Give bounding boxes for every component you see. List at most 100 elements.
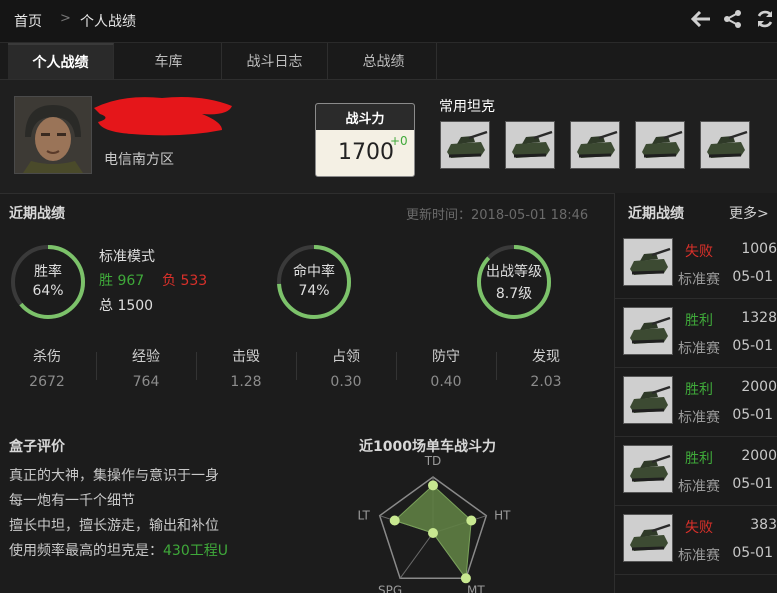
stat-value: 0.30 [330, 374, 362, 390]
battle-mode: 标准赛 [678, 272, 720, 288]
battle-date: 05-01 [732, 338, 773, 354]
more-link[interactable]: 更多> [729, 203, 769, 223]
hitrate-value: 74% [298, 283, 330, 299]
stat-value: 764 [132, 374, 160, 390]
avatar [14, 96, 92, 174]
battle-result: 胜利 [685, 451, 713, 467]
radar-axis-label: SPG [378, 583, 402, 593]
radar-point [466, 515, 477, 526]
mode-name: 标准模式 [99, 249, 155, 265]
eval-fav-line: 使用频率最高的坦克是：430工程U [9, 540, 228, 560]
hitrate-ring [277, 245, 351, 319]
radar-title: 近1000场单车战斗力 [359, 439, 496, 455]
winrate-value: 64% [32, 283, 64, 299]
tab-garage[interactable]: 车库 [116, 43, 222, 79]
stat-label: 防守 [432, 349, 460, 365]
recent-title: 近期战绩 [9, 206, 65, 222]
battle-row[interactable]: 胜利 2000 标准赛 05-01 [615, 438, 777, 506]
tier-label: 出战等级 [486, 264, 542, 280]
battle-result: 失败 [685, 520, 713, 536]
battle-tank-thumbnail [623, 376, 673, 424]
radar-point [428, 528, 438, 538]
eval-line: 每一炮有一千个细节 [9, 493, 135, 509]
breadcrumb-home[interactable]: 首页 [14, 11, 42, 31]
box-eval-title: 盒子评价 [9, 439, 65, 455]
battle-tank-thumbnail [623, 514, 673, 562]
battle-tank-thumbnail [623, 445, 673, 493]
tab-battle-log[interactable]: 战斗日志 [222, 43, 328, 79]
battle-result: 胜利 [685, 313, 713, 329]
stat-value: 2672 [29, 374, 65, 390]
battle-result: 失败 [685, 244, 713, 260]
winrate-label: 胜率 [34, 264, 62, 280]
favorite-tank-thumbnail[interactable] [440, 121, 490, 169]
battle-score: 383 [750, 517, 777, 533]
radar-axis-label: HT [494, 509, 511, 523]
hitrate-label: 命中率 [293, 264, 335, 280]
combat-power-title: 战斗力 [316, 104, 414, 130]
mode-total: 总 1500 [99, 298, 154, 314]
radar-point [389, 515, 400, 526]
battle-row[interactable]: 失败 383 标准赛 05-01 [615, 507, 777, 575]
combat-power-value: 1700 [338, 140, 394, 165]
battle-row[interactable]: 失败 1006 标准赛 05-01 [615, 231, 777, 299]
favorite-tank-thumbnail[interactable] [635, 121, 685, 169]
battle-mode: 标准赛 [678, 410, 720, 426]
mode-wins: 胜 967 [99, 273, 145, 289]
stat-label: 占领 [332, 349, 360, 365]
combat-power-box: 战斗力 1700 +0 [315, 103, 415, 177]
refresh-icon[interactable] [754, 8, 776, 30]
stat-label: 经验 [132, 349, 160, 365]
winrate-ring [11, 245, 85, 319]
stat-label: 杀伤 [33, 349, 61, 365]
favorite-tank-thumbnail[interactable] [570, 121, 620, 169]
stat-value: 2.03 [530, 374, 562, 390]
favorite-tank-thumbnail[interactable] [505, 121, 555, 169]
battle-date: 05-01 [732, 545, 773, 561]
battle-score: 1328 [741, 310, 777, 326]
radar-point [428, 480, 438, 491]
back-arrow-icon[interactable] [690, 8, 712, 30]
tier-value: 8.7级 [495, 286, 533, 302]
radar-axis-label: MT [467, 583, 485, 593]
stat-value: 0.40 [430, 374, 462, 390]
tab-total-record[interactable]: 总战绩 [331, 43, 437, 79]
tier-ring [477, 245, 551, 319]
tab-personal-record[interactable]: 个人战绩 [8, 43, 114, 79]
share-icon[interactable] [722, 8, 744, 30]
radar-axis-label: LT [358, 509, 371, 523]
favorite-tank-thumbnail[interactable] [700, 121, 750, 169]
battle-score: 2000 [741, 379, 777, 395]
eval-fav-prefix: 使用频率最高的坦克是： [9, 543, 163, 559]
battle-date: 05-01 [732, 476, 773, 492]
battle-mode: 标准赛 [678, 341, 720, 357]
battle-mode: 标准赛 [678, 548, 720, 564]
combat-power-delta: +0 [390, 134, 408, 148]
update-time: 更新时间：2018-05-01 18:46 [406, 208, 589, 223]
recent-battles-title: 近期战绩 [628, 206, 684, 222]
battle-tank-thumbnail [623, 307, 673, 355]
redacted-username [92, 92, 234, 138]
mode-losses: 负 533 [162, 273, 208, 289]
battle-result: 胜利 [685, 382, 713, 398]
battle-tank-thumbnail [623, 238, 673, 286]
battle-score: 1006 [741, 241, 777, 257]
breadcrumb-current: 个人战绩 [80, 14, 136, 30]
stat-label: 击毁 [232, 349, 260, 365]
battle-date: 05-01 [732, 407, 773, 423]
eval-line: 真正的大神，集操作与意识于一身 [9, 468, 219, 484]
radar-chart: TD HT MT SPG LT [358, 455, 512, 593]
battle-row[interactable]: 胜利 2000 标准赛 05-01 [615, 369, 777, 437]
eval-fav-tank[interactable]: 430工程U [163, 543, 228, 559]
radar-axis [399, 532, 434, 579]
favorite-tanks-title: 常用坦克 [439, 99, 495, 115]
battle-score: 2000 [741, 448, 777, 464]
radar-point [460, 573, 471, 584]
stat-value: 1.28 [230, 374, 262, 390]
battle-mode: 标准赛 [678, 479, 720, 495]
stat-label: 发现 [532, 349, 560, 365]
server-name: 电信南方区 [104, 152, 174, 168]
radar-axis-label: TD [424, 455, 442, 468]
breadcrumb-separator: > [60, 11, 71, 26]
battle-row[interactable]: 胜利 1328 标准赛 05-01 [615, 300, 777, 368]
